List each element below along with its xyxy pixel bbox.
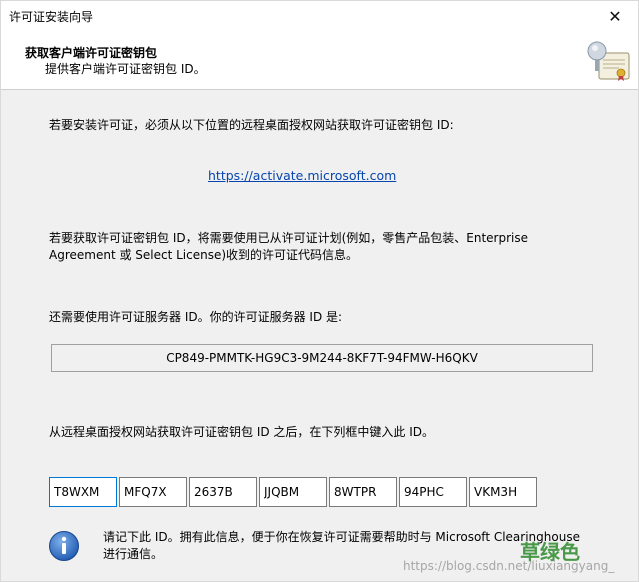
server-id-value: CP849-PMMTK-HG9C3-9M244-8KF7T-94FMW-H6QK…: [166, 351, 478, 365]
license-info-text-line2: Agreement 或 Select License)收到的许可证代码信息。: [49, 248, 359, 262]
key-input-2[interactable]: [119, 477, 187, 507]
note-text-line2: 进行通信。: [103, 547, 164, 561]
server-id-field: CP849-PMMTK-HG9C3-9M244-8KF7T-94FMW-H6QK…: [51, 344, 593, 372]
key-input-1[interactable]: [49, 477, 117, 507]
activation-link[interactable]: https://activate.microsoft.com: [208, 168, 396, 183]
title-bar: 许可证安装向导 ✕: [1, 1, 638, 33]
watermark-url: https://blog.csdn.net/liuxiangyang_: [403, 559, 615, 573]
key-input-6[interactable]: [399, 477, 467, 507]
instruction-text: 若要安装许可证，必须从以下位置的远程桌面授权网站获取许可证密钥包 ID:: [49, 118, 454, 132]
key-input-7[interactable]: [469, 477, 537, 507]
header-subtitle: 提供客户端许可证密钥包 ID。: [45, 62, 206, 76]
close-button[interactable]: ✕: [592, 1, 638, 32]
info-icon: [49, 531, 79, 561]
note-text-line1: 请记下此 ID。拥有此信息，便于你在恢复许可证需要帮助时与 Microsoft …: [103, 530, 580, 544]
license-wizard-window: 许可证安装向导 ✕ 获取客户端许可证密钥包 提供客户端许可证密钥包 ID。 若要…: [0, 0, 639, 582]
key-input-4[interactable]: [259, 477, 327, 507]
window-title: 许可证安装向导: [9, 10, 94, 24]
key-input-3[interactable]: [189, 477, 257, 507]
header-title: 获取客户端许可证密钥包: [25, 46, 158, 60]
certificate-icon: [587, 41, 630, 81]
license-info-text-line1: 若要获取许可证密钥包 ID，将需要使用已从许可证计划(例如，零售产品包装、Ent…: [49, 231, 529, 245]
wizard-header: 获取客户端许可证密钥包 提供客户端许可证密钥包 ID。: [1, 33, 638, 90]
key-input-5[interactable]: [329, 477, 397, 507]
enter-id-label: 从远程桌面授权网站获取许可证密钥包 ID 之后，在下列框中键入此 ID。: [49, 425, 435, 439]
close-icon: ✕: [608, 7, 622, 26]
server-id-label: 还需要使用许可证服务器 ID。你的许可证服务器 ID 是:: [49, 310, 343, 324]
